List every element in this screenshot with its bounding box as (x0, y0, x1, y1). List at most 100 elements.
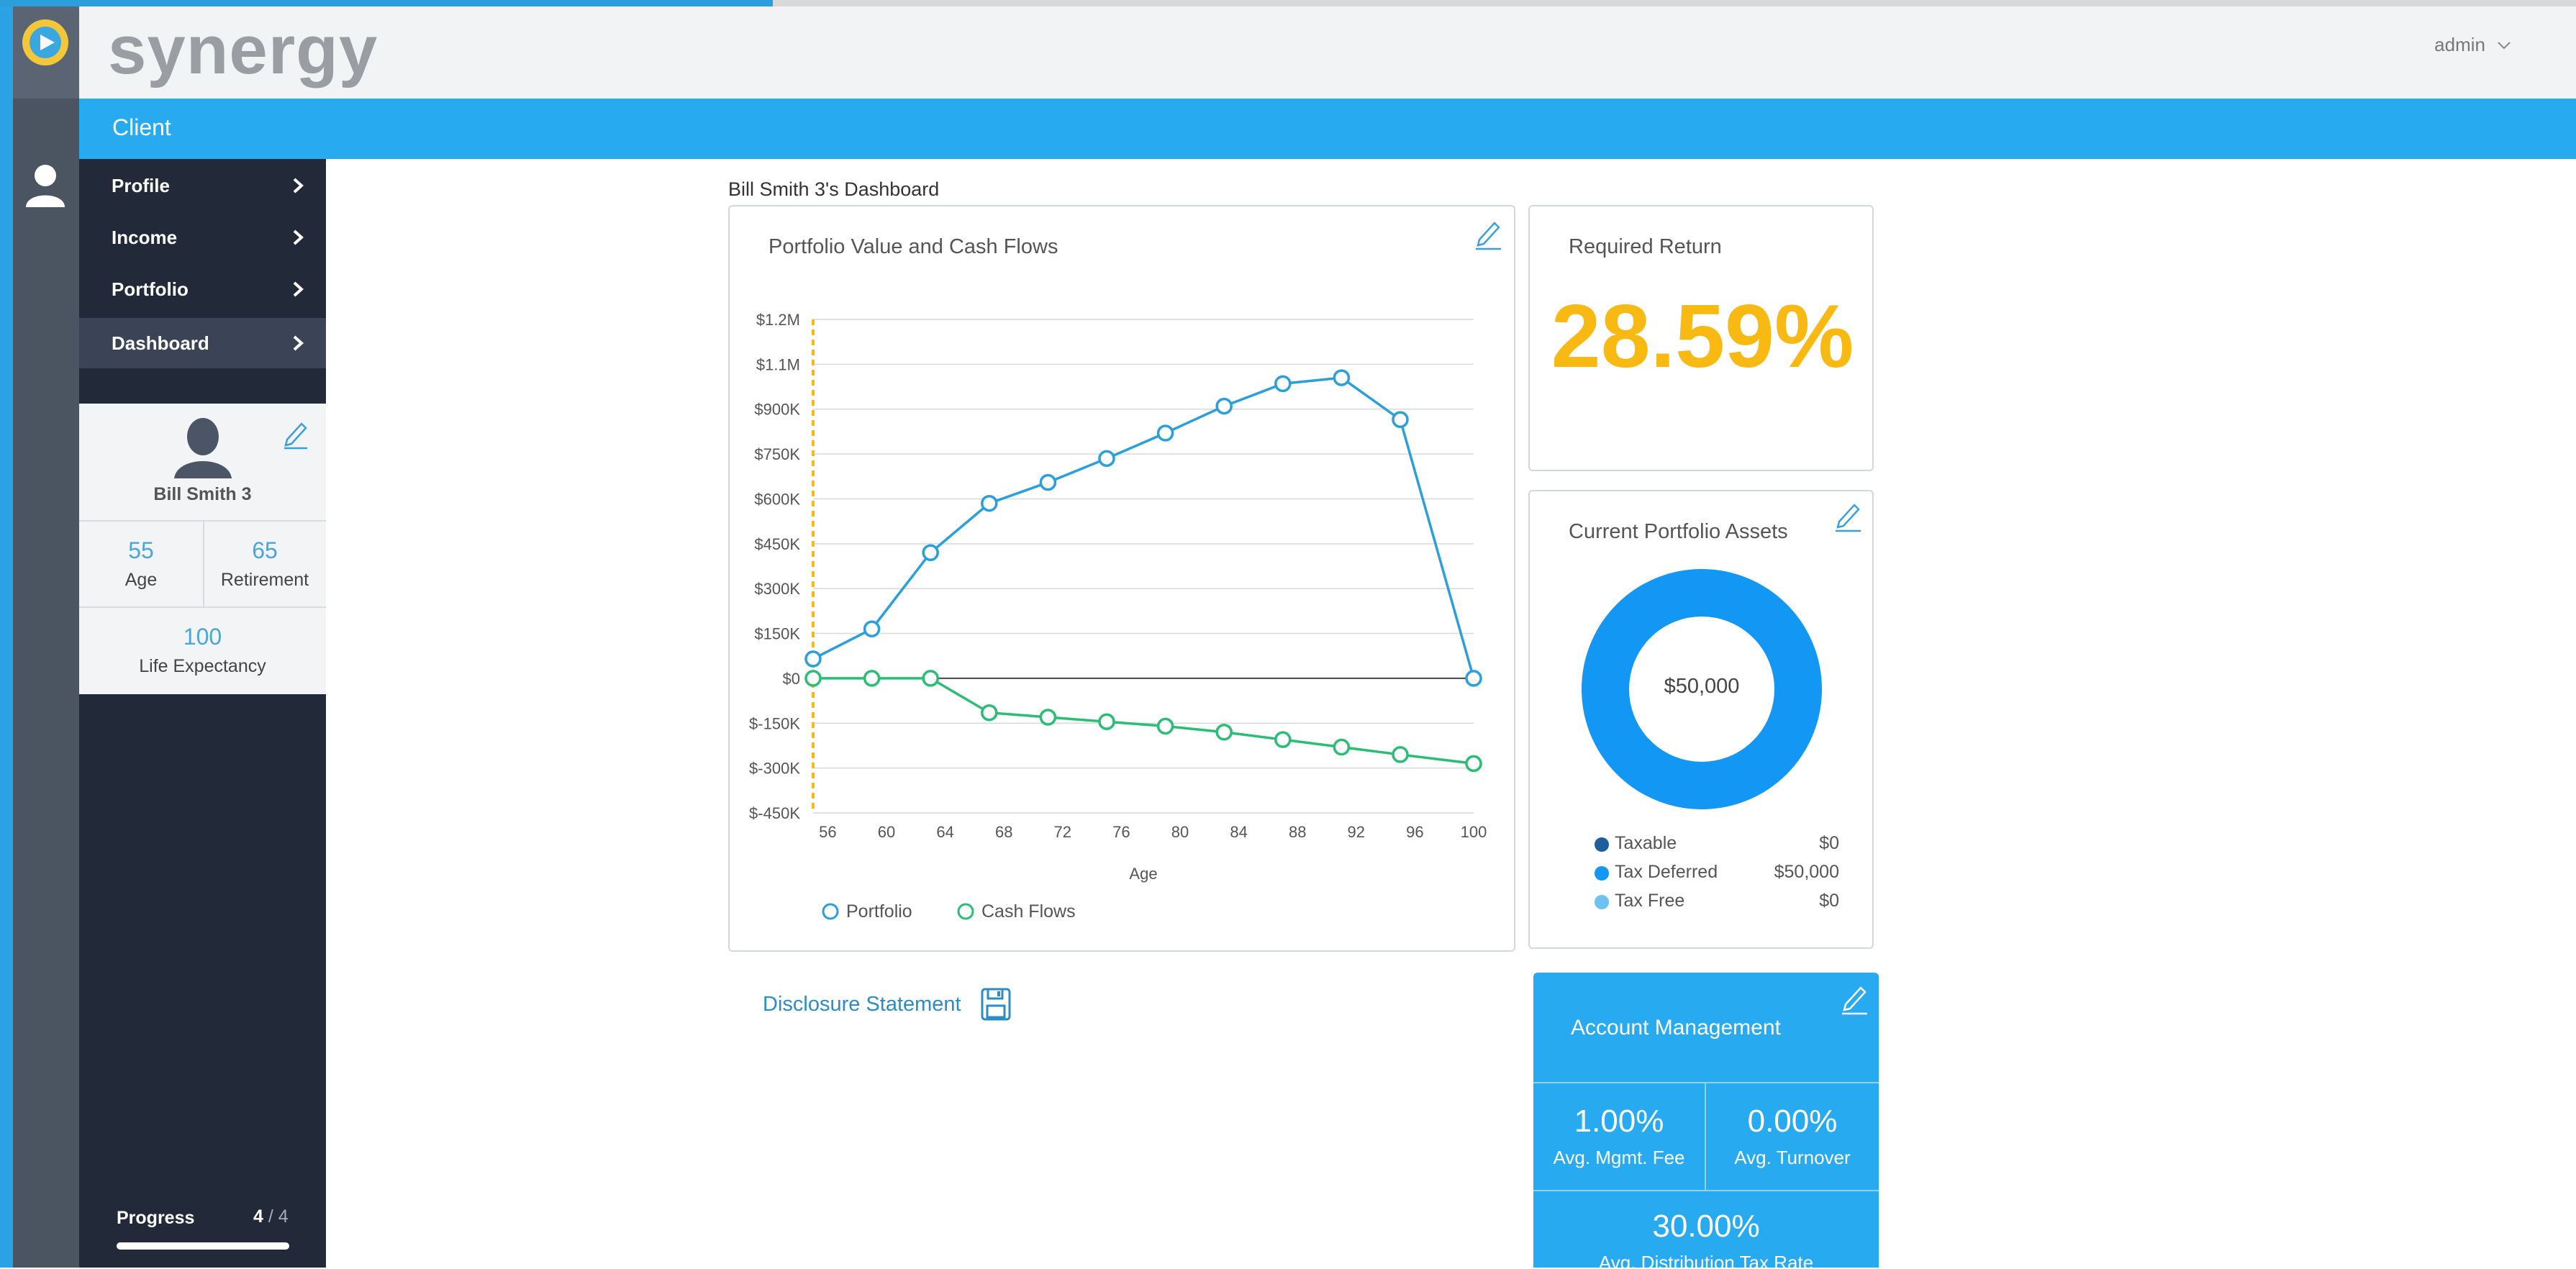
retirement-label: Retirement (220, 570, 309, 590)
edit-profile-icon[interactable] (281, 418, 310, 450)
data-point-cash-flows (1156, 717, 1174, 735)
legend-label: Cash Flows (981, 901, 1076, 922)
sidebar-item-income[interactable]: Income (79, 212, 326, 263)
sidebar-item-dashboard[interactable]: Dashboard (79, 318, 326, 368)
profile-name: Bill Smith 3 (153, 484, 252, 504)
page-load-progress-fill (0, 0, 773, 6)
legend-value: $0 (1819, 833, 1839, 853)
data-point-portfolio (1215, 397, 1233, 415)
legend-dot (1595, 895, 1609, 909)
legend-item-tax-deferred: Tax Deferred $50,000 (1595, 860, 1839, 886)
progress-total: / 4 (268, 1206, 289, 1227)
retirement-value: 65 (252, 537, 278, 563)
y-tick-label: $1.1M (756, 355, 800, 373)
life-expectancy-value: 100 (183, 624, 222, 650)
x-tick-label: 64 (936, 823, 953, 841)
edit-icon[interactable] (1832, 499, 1864, 533)
legend-item-taxable: Taxable $0 (1595, 832, 1839, 858)
edge-strip (0, 0, 13, 1268)
data-point-portfolio (1392, 411, 1409, 429)
x-tick-label: 56 (819, 823, 836, 841)
legend-label: Portfolio (846, 901, 912, 922)
y-tick-label: $-150K (749, 714, 800, 732)
progress-label: Progress (117, 1208, 195, 1228)
legend-label: Tax Deferred (1615, 862, 1718, 882)
app-logo-icon[interactable] (20, 17, 71, 68)
mgmt-fee-stat: 1.00% Avg. Mgmt. Fee (1533, 1082, 1706, 1190)
data-point-cash-flows (1039, 709, 1057, 726)
brand-logo[interactable]: synergy (108, 11, 378, 90)
save-icon[interactable] (980, 987, 1012, 1022)
data-point-cash-flows (1465, 755, 1482, 773)
life-expectancy-stat: 100 Life Expectancy (79, 608, 326, 693)
x-tick-label: 84 (1230, 823, 1247, 841)
progress-bar-fill (117, 1242, 289, 1250)
x-axis-label: Age (1129, 865, 1157, 883)
data-point-portfolio (804, 650, 822, 668)
age-stat: 55 Age (79, 522, 204, 608)
user-menu[interactable]: admin (2434, 34, 2513, 56)
legend-value: $0 (1819, 891, 1839, 911)
x-tick-label: 100 (1461, 823, 1487, 841)
progress-bar (117, 1242, 289, 1250)
y-tick-label: $150K (754, 625, 800, 643)
sidebar-item-label: Dashboard (112, 332, 209, 354)
data-point-portfolio (1333, 369, 1351, 386)
x-tick-label: 68 (995, 823, 1012, 841)
turnover-value: 0.00% (1747, 1104, 1838, 1139)
retirement-stat: 65 Retirement (204, 522, 326, 608)
sidebar-item-label: Profile (112, 175, 170, 196)
life-expectancy-label: Life Expectancy (139, 656, 266, 676)
progress-current: 4 (253, 1206, 263, 1227)
portfolio-assets-card: Current Portfolio Assets $50,000 Taxable… (1528, 490, 1874, 949)
portfolio-chart-card: Portfolio Value and Cash Flows $1.2M $1.1… (728, 205, 1515, 952)
section-title: Client (112, 114, 171, 140)
mgmt-fee-label: Avg. Mgmt. Fee (1553, 1147, 1685, 1168)
y-tick-label: $-300K (749, 760, 800, 778)
page-load-progress (0, 0, 2576, 6)
chevron-right-icon (293, 281, 304, 297)
data-point-portfolio (1098, 450, 1115, 468)
user-menu-label: admin (2434, 34, 2485, 55)
profile-card: Bill Smith 3 55 Age 65 Retirement 100 Li… (79, 404, 326, 694)
sidebar-item-label: Portfolio (112, 278, 189, 300)
donut-total: $50,000 (1664, 675, 1740, 698)
mgmt-fee-value: 1.00% (1574, 1104, 1664, 1139)
required-return-title: Required Return (1569, 235, 1722, 258)
data-point-cash-flows (922, 670, 939, 687)
y-tick-label: $1.2M (756, 311, 800, 329)
app-rail (13, 0, 79, 1268)
y-tick-label: $-450K (749, 804, 800, 822)
edit-icon[interactable] (1838, 981, 1870, 1016)
turnover-label: Avg. Turnover (1734, 1147, 1851, 1168)
section-bar: Client (79, 99, 2576, 159)
disclosure-statement-link[interactable]: Disclosure Statement (763, 993, 961, 1016)
x-tick-label: 88 (1289, 823, 1306, 841)
assets-title: Current Portfolio Assets (1569, 520, 1788, 543)
legend-label: Taxable (1615, 833, 1677, 853)
x-tick-label: 72 (1054, 823, 1071, 841)
data-point-cash-flows (981, 704, 998, 722)
account-management-card: Account Management 1.00% Avg. Mgmt. Fee … (1533, 973, 1879, 1269)
legend-marker (957, 903, 974, 920)
account-management-title: Account Management (1571, 1016, 1781, 1040)
y-tick-label: $900K (754, 401, 800, 419)
distribution-tax-stat: 30.00% Avg. Distribution Tax Rate (1533, 1190, 1879, 1269)
legend-marker (822, 903, 839, 920)
data-point-portfolio (1465, 670, 1482, 687)
portfolio-line-chart: $1.2M $1.1M $900K $750K $600K $450K $300K $150K… (749, 311, 1487, 922)
data-point-cash-flows (804, 670, 822, 687)
x-tick-label: 80 (1171, 823, 1189, 841)
chevron-right-icon (293, 229, 304, 245)
legend-item-tax-free: Tax Free $0 (1595, 889, 1839, 915)
avatar (174, 418, 232, 478)
sidebar-item-portfolio[interactable]: Portfolio (79, 264, 326, 314)
dashboard-title: Bill Smith 3's Dashboard (728, 178, 940, 200)
data-point-cash-flows (863, 670, 881, 687)
user-icon[interactable] (23, 161, 68, 209)
x-tick-label: 76 (1112, 823, 1130, 841)
data-point-cash-flows (1333, 738, 1351, 756)
data-point-portfolio (1039, 473, 1057, 491)
age-label: Age (124, 570, 158, 590)
sidebar-item-profile[interactable]: Profile (79, 160, 326, 211)
